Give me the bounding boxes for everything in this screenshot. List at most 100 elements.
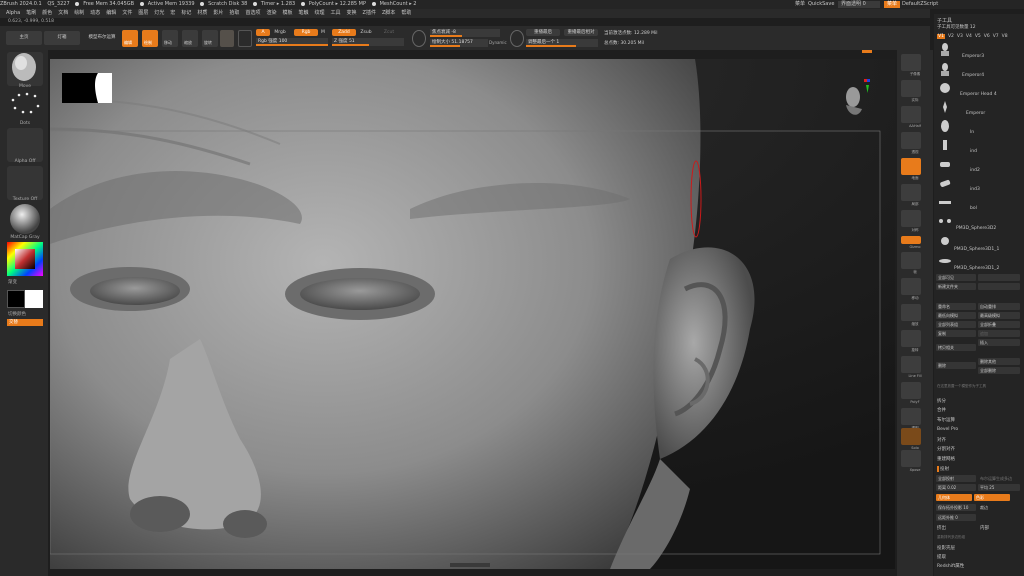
alternate-button[interactable]: 交替 — [7, 319, 43, 326]
polyf-button[interactable] — [901, 382, 921, 399]
menu-item[interactable]: 变换 — [347, 10, 357, 16]
menu-item[interactable]: 帮助 — [401, 10, 411, 16]
menu-item[interactable]: 渲染 — [266, 10, 276, 16]
subtool-item[interactable]: ind — [970, 149, 977, 154]
copy-related-button[interactable]: 拷贝相关 — [936, 344, 976, 351]
bevel-pro-section[interactable]: Bevel Pro — [937, 427, 958, 432]
move-arrows-buttons[interactable] — [978, 274, 1020, 281]
extract-label[interactable]: 挤出 — [937, 525, 946, 531]
subtool-item[interactable]: PM3D_Sphere3D1_2 — [954, 266, 999, 271]
insert-button[interactable]: 插入 — [978, 339, 1020, 346]
version-tab[interactable]: V1 — [937, 34, 945, 39]
menu-item[interactable]: 材质 — [197, 10, 207, 16]
merge-section[interactable]: 合并 — [937, 407, 946, 413]
split-align-section[interactable]: 分割对齐 — [937, 446, 955, 452]
version-tab[interactable]: V5 — [975, 34, 981, 39]
move-button[interactable]: 移动 — [162, 30, 178, 47]
geometry-toggle[interactable]: 几何体 — [936, 494, 972, 501]
home-button[interactable]: 主页 — [6, 31, 42, 45]
remesh-section[interactable]: 重建网格 — [937, 456, 955, 462]
split-section[interactable]: 拆分 — [937, 398, 946, 404]
viewport-canvas[interactable] — [50, 59, 895, 569]
subtool-item[interactable]: bol — [970, 206, 977, 211]
menu-item[interactable]: 模板 — [282, 10, 292, 16]
menu-item[interactable]: 编辑 — [106, 10, 116, 16]
menu-item[interactable]: 纹理 — [315, 10, 325, 16]
adjust-last-slider[interactable]: 调整最后一个 1 — [526, 39, 598, 47]
all-list-button[interactable]: 全部列表组 — [936, 321, 976, 328]
new-folder-button[interactable]: 新建文件夹 — [936, 283, 976, 290]
solo-button[interactable] — [901, 428, 921, 445]
boolean-section[interactable]: 布尔运算 — [937, 417, 955, 423]
rename-button[interactable]: 重命名 — [936, 303, 976, 310]
lightbox-button[interactable]: 灯箱 — [44, 31, 80, 45]
menu-item[interactable]: 工具 — [331, 10, 341, 16]
version-tab[interactable]: V2 — [948, 34, 954, 39]
menu-item[interactable]: 宏 — [170, 10, 175, 16]
draw-button[interactable]: 绘制 — [142, 30, 158, 47]
line-fill-button[interactable] — [901, 356, 921, 373]
focal-shift-slider[interactable]: 焦点衰减 -8 — [430, 29, 500, 37]
default-script-button[interactable]: DefaultZScript — [902, 0, 938, 9]
project-all-button[interactable]: 全部投射 — [936, 475, 976, 482]
menu-item[interactable]: 拾取 — [229, 10, 239, 16]
color-picker[interactable] — [7, 242, 43, 276]
navigation-head-widget[interactable] — [840, 79, 870, 121]
menu-item[interactable]: Alpha — [6, 10, 20, 16]
version-tab[interactable]: V8 — [1002, 34, 1008, 39]
distance-slider[interactable]: 距离 0.02 — [936, 484, 976, 491]
subtool-item[interactable]: ln — [970, 130, 974, 135]
dynamic-toggle[interactable]: Dynamic — [489, 40, 507, 45]
all-high-button[interactable]: 最高级模拟 — [978, 312, 1020, 319]
replay-last-button[interactable]: 重播最后 — [526, 29, 560, 36]
mean-slider[interactable]: 平均 25 — [978, 484, 1020, 491]
quicksave-button[interactable]: QuickSave — [808, 0, 834, 9]
subtool-item[interactable]: ind3 — [970, 187, 980, 192]
subtool-item[interactable]: Emperor4 — [962, 73, 984, 78]
aahalf-button[interactable] — [901, 106, 921, 123]
zadd-toggle[interactable]: Zadd — [332, 29, 356, 36]
menu-item[interactable]: 动态 — [90, 10, 100, 16]
all-low-button[interactable]: 最低向模拟 — [936, 312, 976, 319]
auto-reorder-button[interactable]: 自动重排 — [978, 303, 1020, 310]
menu-item[interactable]: 文档 — [58, 10, 68, 16]
a-toggle[interactable]: A — [256, 29, 270, 36]
version-tab[interactable]: V7 — [993, 34, 999, 39]
persp-button[interactable] — [901, 132, 921, 149]
z-intensity-slider[interactable]: Z 强度 51 — [332, 38, 404, 46]
version-tab[interactable]: V3 — [957, 34, 963, 39]
project-section[interactable]: 投射 — [937, 466, 949, 472]
delete-button[interactable]: 删除 — [936, 362, 976, 369]
menu-item[interactable]: 绘制 — [74, 10, 84, 16]
polygroup-reorder[interactable]: 重新排列多边形组 — [937, 535, 965, 540]
redshift-properties[interactable]: Redshift属性 — [937, 563, 964, 569]
main-color[interactable] — [25, 290, 43, 308]
collapse-all-button[interactable]: 全部折叠 — [978, 321, 1020, 328]
actual-button[interactable] — [901, 80, 921, 97]
menu-item[interactable]: 笔触 — [298, 10, 308, 16]
menu-item[interactable]: 图层 — [138, 10, 148, 16]
local-button[interactable] — [901, 184, 921, 201]
menu-item[interactable]: Z插件 — [363, 10, 376, 16]
menu-item[interactable]: 首选项 — [245, 10, 260, 16]
menu-item[interactable]: 影片 — [213, 10, 223, 16]
zoom-view-button[interactable] — [901, 304, 921, 321]
delete-all-button[interactable]: 全部删除 — [978, 367, 1020, 374]
subtool-item[interactable]: PM3D_Sphere3D2 — [956, 226, 996, 231]
farthest-toggle[interactable]: 裁边 — [978, 504, 1020, 511]
subtool-item[interactable]: PM3D_Sphere3D1_1 — [954, 247, 999, 252]
move-view-button[interactable] — [901, 278, 921, 295]
outer-slider[interactable]: 远距外推 0 — [936, 514, 976, 521]
menu-item[interactable]: 颜色 — [42, 10, 52, 16]
color-swatch-button[interactable] — [238, 30, 252, 47]
draw-size-slider[interactable]: 绘制大小 51.18757 — [430, 39, 488, 47]
menu-item[interactable]: 灯光 — [154, 10, 164, 16]
edit-button[interactable]: 编辑 — [122, 30, 138, 47]
arrows-buttons-2[interactable] — [978, 283, 1020, 290]
texture-selector[interactable] — [7, 166, 43, 200]
menu-item[interactable]: Z脚本 — [382, 10, 395, 16]
scale-button[interactable]: 缩放 — [182, 30, 198, 47]
menu-item[interactable]: 文件 — [122, 10, 132, 16]
zcut-toggle[interactable]: Zcut — [382, 29, 396, 36]
menus-button[interactable]: 菜单 — [884, 1, 901, 8]
